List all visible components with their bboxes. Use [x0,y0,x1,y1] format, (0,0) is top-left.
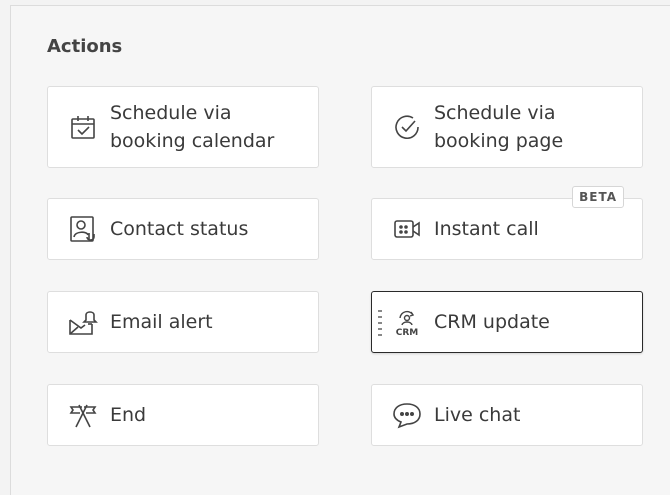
action-instant-call[interactable]: Instant call BETA [371,186,643,260]
end-flags-icon [66,398,100,432]
action-label: CRM update [434,311,550,333]
action-live-chat[interactable]: Live chat [371,384,643,446]
action-schedule-booking-page[interactable]: Schedule via booking page [371,86,643,168]
action-label: Email alert [110,311,213,333]
action-label: Instant call [434,218,539,240]
action-end[interactable]: End [47,384,319,446]
actions-panel: Actions Schedule via booking calendar Sc… [10,5,670,495]
video-call-icon [390,212,424,246]
action-email-alert[interactable]: Email alert [47,291,319,353]
crm-icon-text: CRM [396,328,419,338]
chat-bubble-icon [390,398,424,432]
drag-handle-icon[interactable] [378,310,382,336]
action-contact-status[interactable]: Contact status [47,198,319,260]
action-label: Schedule via booking page [434,102,564,152]
action-crm-update[interactable]: CRM CRM update [371,291,643,353]
calendar-check-icon [66,110,100,144]
action-label: Contact status [110,218,249,240]
section-title: Actions [47,36,123,57]
contact-status-icon [66,212,100,246]
action-label: End [110,404,147,426]
check-circle-icon [390,110,424,144]
action-label: Schedule via booking calendar [110,102,275,152]
beta-badge: BETA [572,186,624,208]
action-schedule-booking-calendar[interactable]: Schedule via booking calendar [47,86,319,168]
crm-icon: CRM [390,305,424,339]
action-label: Live chat [434,404,521,426]
email-bell-icon [66,305,100,339]
